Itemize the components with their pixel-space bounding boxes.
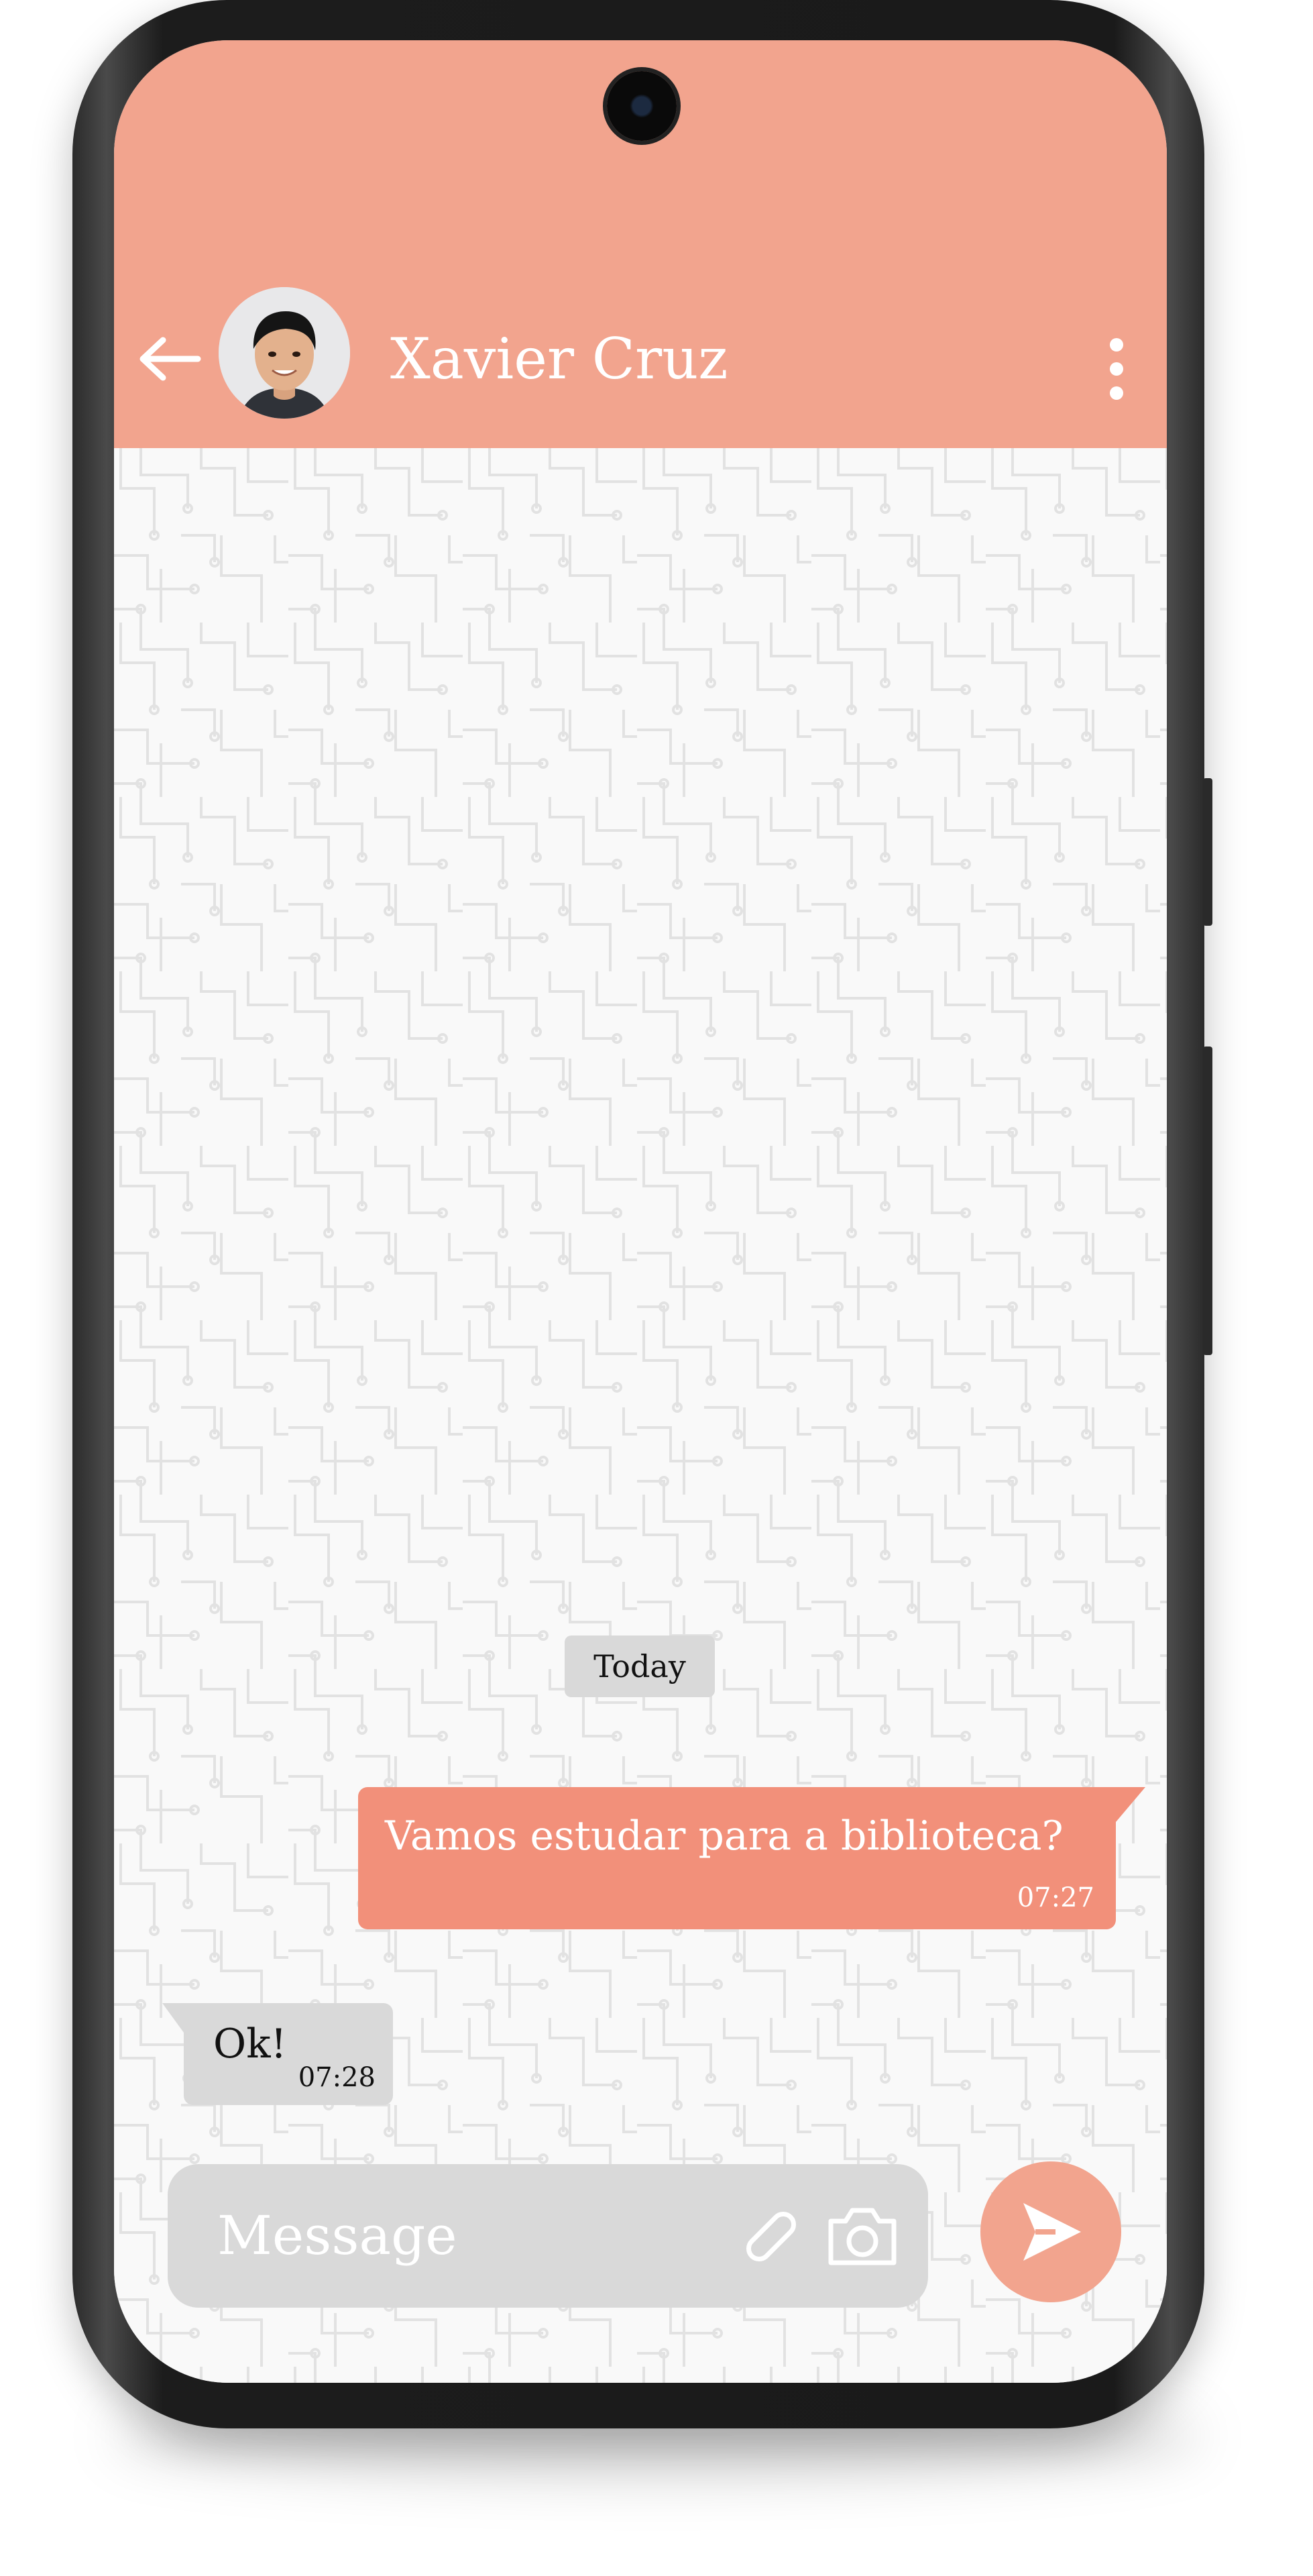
chat-header: Xavier Cruz [114,40,1167,448]
outgoing-message[interactable]: Vamos estudar para a biblioteca? 07:27 [358,1787,1116,1929]
message-time: 07:28 [298,2062,376,2093]
avatar[interactable] [219,287,350,419]
message-text: Ok! [213,2021,287,2068]
message-input[interactable] [217,2195,687,2275]
date-separator: Today [565,1635,715,1697]
device-stage: Xavier Cruz Today Vamos estudar para a b… [0,0,1313,2576]
contact-name[interactable]: Xavier Cruz [390,322,728,396]
send-icon [1023,2203,1081,2261]
incoming-message[interactable]: Ok! 07:28 [184,2003,393,2105]
front-camera [607,71,677,141]
more-vertical-icon [1110,338,1123,400]
phone-screen: Xavier Cruz Today Vamos estudar para a b… [114,40,1167,2383]
back-button[interactable] [133,322,207,396]
volume-button [1203,778,1212,926]
attach-button[interactable] [731,2199,805,2273]
camera-button[interactable] [822,2199,903,2273]
camera-icon [828,2208,897,2265]
arrow-left-icon [139,337,201,381]
message-time: 07:27 [1017,1882,1094,1913]
outgoing-bubble-tail [1116,1787,1145,1822]
message-text: Vamos estudar para a biblioteca? [385,1813,1064,1860]
incoming-bubble-tail [162,2003,184,2033]
contact-photo [219,287,350,419]
power-button [1203,1046,1212,1355]
more-options-button[interactable] [1093,329,1140,409]
send-button[interactable] [980,2161,1121,2302]
paperclip-icon [746,2212,796,2261]
message-composer [168,2164,928,2308]
